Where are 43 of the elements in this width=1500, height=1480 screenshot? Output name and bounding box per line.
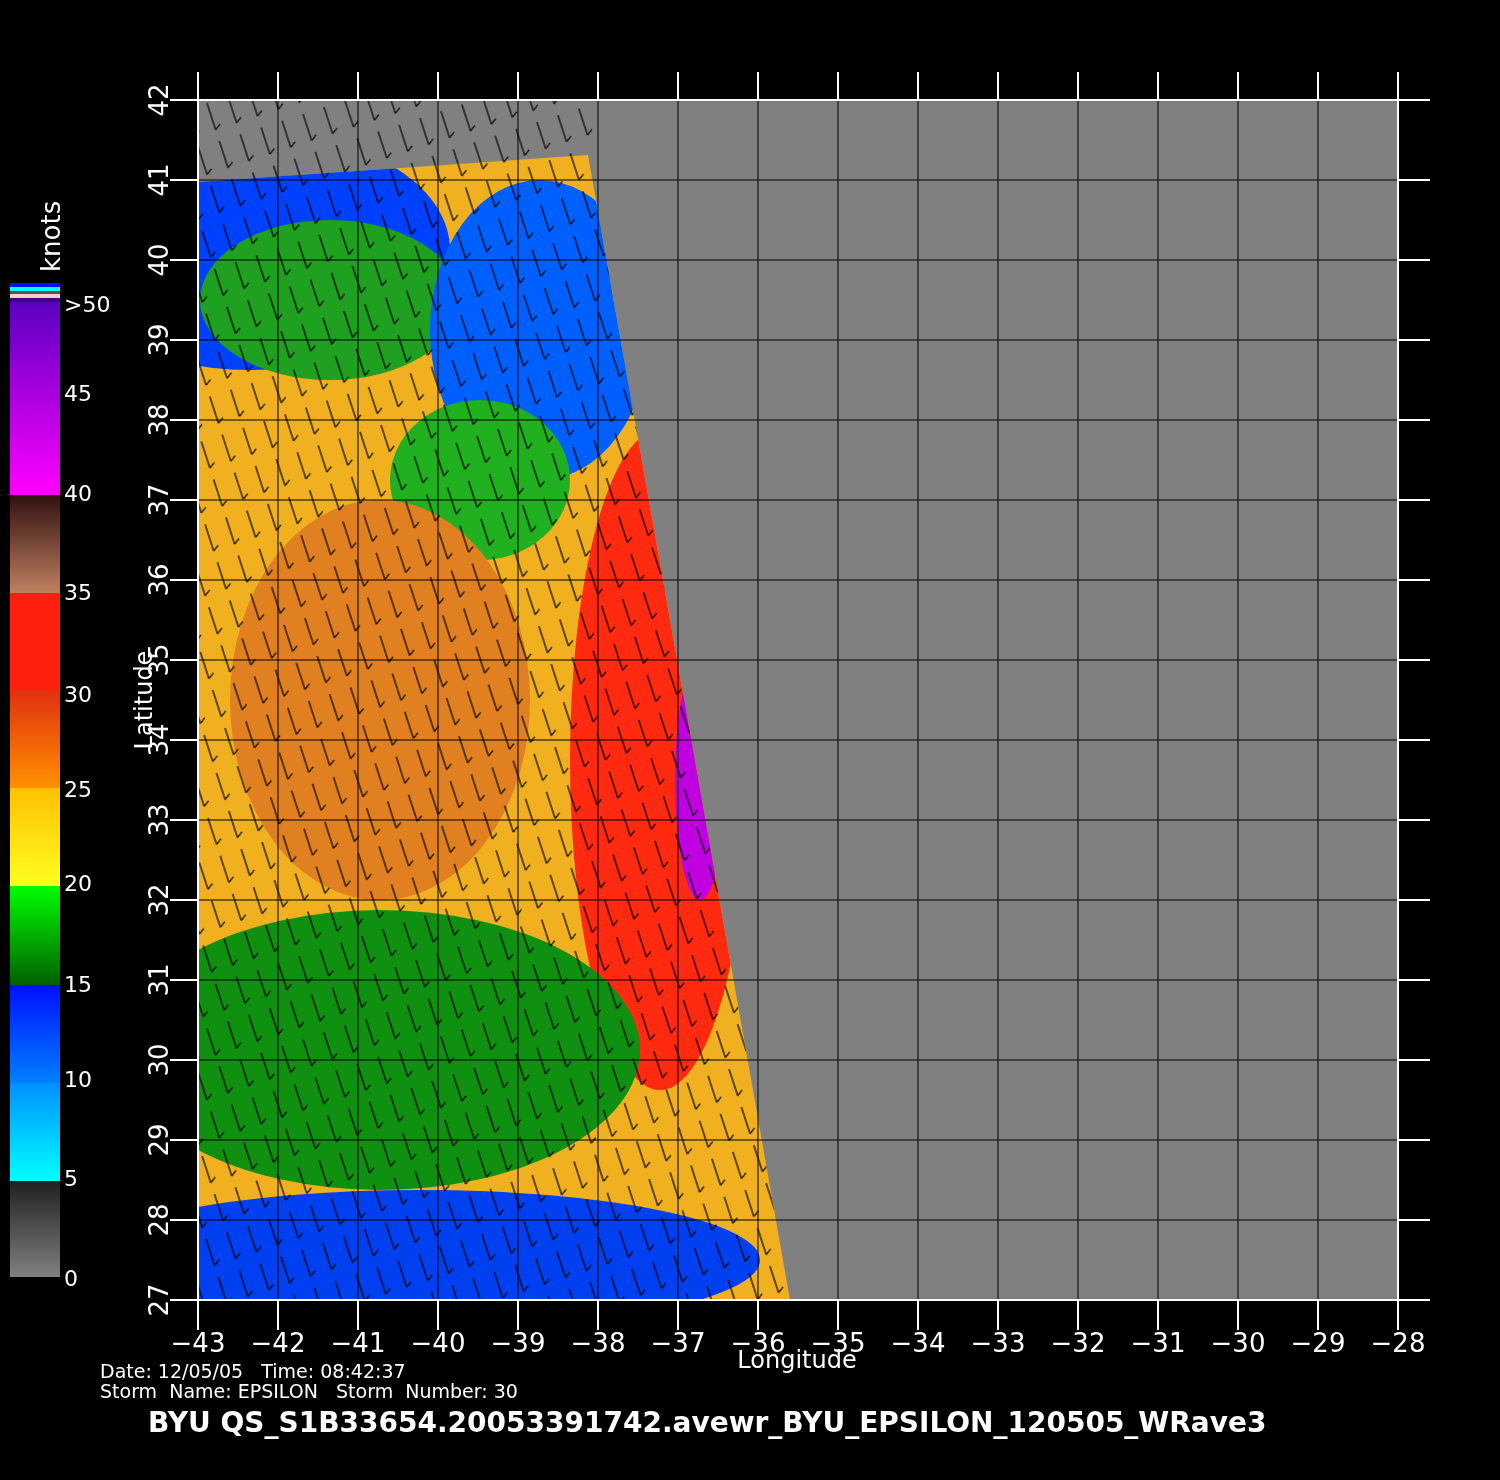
y-tick-label: 38 [144,403,174,437]
y-tick-label: 28 [144,1203,174,1237]
y-tick-label: 37 [144,483,174,517]
y-tick-label: 40 [144,243,174,277]
legend-value-label: 35 [64,580,92,605]
info-text: Storm Name: EPSILON Storm Number: 30 [100,1380,518,1402]
y-tick-label: 32 [144,883,174,917]
x-tick-label: −29 [1290,1328,1346,1358]
plot-title: BYU QS_S1B33654.20053391742.avewr_BYU_EPSILON_120505_WRave3 [148,1406,1267,1439]
legend-value-label: 20 [64,871,92,896]
legend-value-label: 0 [64,1266,78,1291]
y-tick-label: 33 [144,803,174,837]
x-tick-label: −43 [170,1328,226,1358]
x-tick-label: −38 [570,1328,626,1358]
y-tick-label: 29 [144,1123,174,1157]
y-tick-label: 42 [144,83,174,117]
x-tick-label: −32 [1050,1328,1106,1358]
legend-value-label: >50 [64,292,111,317]
x-tick-label: −42 [250,1328,306,1358]
legend-value-label: 5 [64,1166,78,1191]
x-tick-label: −30 [1210,1328,1266,1358]
x-tick-label: −37 [650,1328,706,1358]
y-tick-label: 27 [144,1283,174,1317]
info-text: Date: 12/05/05 Time: 08:42:37 [100,1360,406,1382]
x-tick-label: −41 [330,1328,386,1358]
legend-value-label: 30 [64,682,92,707]
x-tick-label: −40 [410,1328,466,1358]
legend-value-label: 10 [64,1067,92,1092]
legend-value-label: 25 [64,777,92,802]
x-tick-label: −34 [890,1328,946,1358]
legend-value-label: 45 [64,381,92,406]
y-tick-label: 41 [144,163,174,197]
x-tick-label: −28 [1370,1328,1426,1358]
legend-value-label: 15 [64,972,92,997]
x-tick-label: −33 [970,1328,1026,1358]
y-tick-label: 31 [144,963,174,997]
y-tick-label: 39 [144,323,174,357]
legend-value-label: 40 [64,481,92,506]
x-tick-label: −39 [490,1328,546,1358]
x-tick-label: −31 [1130,1328,1186,1358]
y-tick-label: 36 [144,563,174,597]
legend-unit-label: knots [36,200,66,272]
y-tick-label: 30 [144,1043,174,1077]
